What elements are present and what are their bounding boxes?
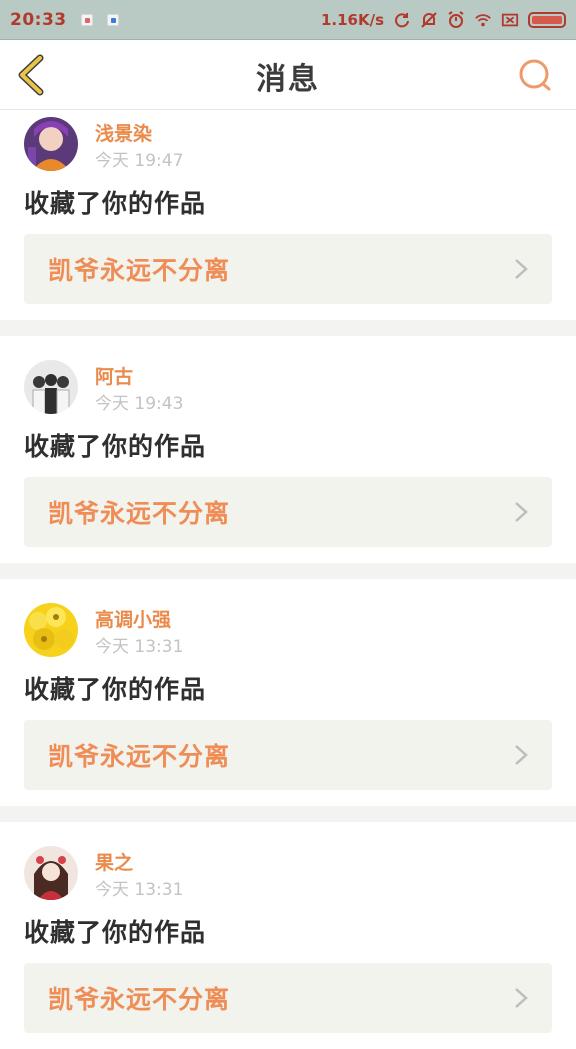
work-title: 凯爷永远不分离 — [48, 985, 231, 1014]
status-time: 20:33 — [10, 9, 67, 30]
message-action: 收藏了你的作品 — [24, 432, 207, 461]
username[interactable]: 阿古 — [95, 362, 133, 389]
chevron-right-icon — [515, 745, 528, 765]
divider — [0, 320, 576, 336]
notification-icon — [106, 13, 119, 26]
username[interactable]: 果之 — [95, 848, 133, 875]
no-sim-icon — [501, 11, 519, 29]
battery-icon — [528, 11, 566, 28]
work-title: 凯爷永远不分离 — [48, 742, 231, 771]
message-card: 高调小强 今天 13:31 收藏了你的作品 凯爷永远不分离 — [0, 579, 576, 806]
message-action: 收藏了你的作品 — [24, 189, 207, 218]
divider — [0, 563, 576, 579]
message-list: 浅景染 今天 19:47 收藏了你的作品 凯爷永远不分离 阿古 今天 19:43 — [0, 110, 576, 1049]
message-card: 浅景染 今天 19:47 收藏了你的作品 凯爷永远不分离 — [0, 110, 576, 320]
search-button[interactable] — [516, 56, 556, 96]
chevron-right-icon — [515, 502, 528, 522]
mute-icon — [420, 11, 438, 29]
chevron-right-icon — [515, 259, 528, 279]
work-link[interactable]: 凯爷永远不分离 — [24, 477, 552, 547]
page-title: 消息 — [256, 62, 320, 97]
search-icon — [519, 59, 551, 91]
user-avatar[interactable] — [24, 846, 78, 900]
message-time: 今天 19:43 — [95, 394, 184, 414]
user-avatar[interactable] — [24, 603, 78, 657]
message-action: 收藏了你的作品 — [24, 675, 207, 704]
wifi-icon — [474, 11, 492, 29]
status-bar: 20:33 1.16K/s — [0, 0, 576, 40]
message-card: 果之 今天 13:31 收藏了你的作品 凯爷永远不分离 — [0, 822, 576, 1049]
alarm-icon — [447, 10, 465, 29]
work-link[interactable]: 凯爷永远不分离 — [24, 720, 552, 790]
top-nav-bar: 消息 — [0, 40, 576, 110]
user-avatar[interactable] — [24, 360, 78, 414]
message-action: 收藏了你的作品 — [24, 918, 207, 947]
work-link[interactable]: 凯爷永远不分离 — [24, 963, 552, 1033]
work-link[interactable]: 凯爷永远不分离 — [24, 234, 552, 304]
network-speed: 1.16K/s — [320, 10, 384, 29]
message-card: 阿古 今天 19:43 收藏了你的作品 凯爷永远不分离 — [0, 336, 576, 563]
sync-icon — [393, 11, 411, 29]
message-time: 今天 13:31 — [95, 637, 184, 657]
chevron-right-icon — [515, 988, 528, 1008]
username[interactable]: 浅景染 — [95, 119, 152, 146]
message-time: 今天 13:31 — [95, 880, 184, 900]
work-title: 凯爷永远不分离 — [48, 499, 231, 528]
work-title: 凯爷永远不分离 — [48, 256, 231, 285]
username[interactable]: 高调小强 — [95, 605, 171, 632]
message-time: 今天 19:47 — [95, 151, 184, 171]
user-avatar[interactable] — [24, 117, 78, 171]
divider — [0, 806, 576, 822]
notification-icon — [80, 13, 93, 26]
